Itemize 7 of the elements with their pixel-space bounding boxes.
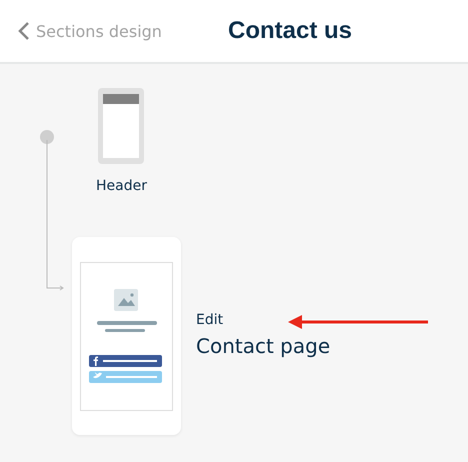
back-icon (18, 21, 30, 41)
section-card[interactable] (72, 237, 181, 435)
page-title: Contact us (228, 17, 352, 45)
section-label: Contact page (196, 334, 330, 358)
header-thumbnail[interactable] (98, 88, 144, 164)
edit-link[interactable]: Edit (196, 312, 224, 328)
section-label: Header (96, 178, 147, 194)
